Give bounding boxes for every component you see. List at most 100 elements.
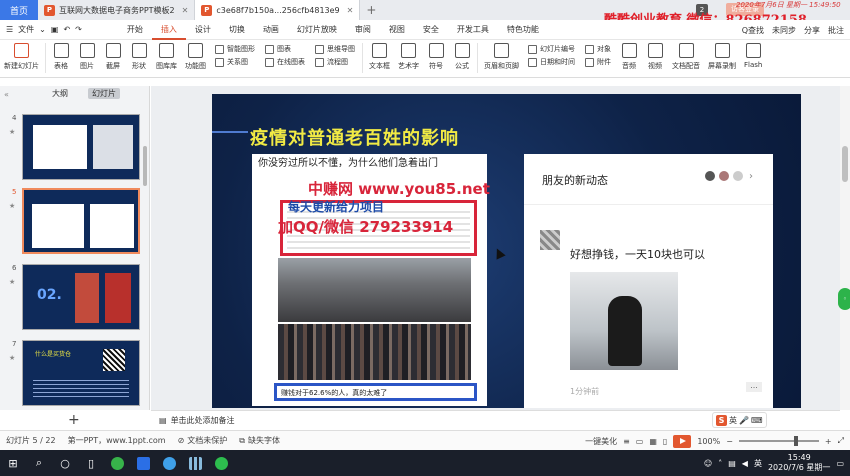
smart-art-button[interactable]: 智能图形: [215, 44, 255, 54]
keyboard-icon[interactable]: ⌨: [751, 416, 763, 425]
panel-scrollbar[interactable]: [143, 146, 147, 186]
task-view-icon[interactable]: ▯: [78, 450, 104, 476]
wps-writer-icon[interactable]: [130, 450, 156, 476]
menu-tab-slideshow[interactable]: 幻灯片放映: [288, 20, 346, 40]
share-button[interactable]: 分享: [804, 25, 820, 36]
tab-home[interactable]: 首页: [0, 0, 38, 20]
app-grid-icon[interactable]: [182, 450, 208, 476]
zoom-slider[interactable]: [738, 436, 819, 446]
search-icon[interactable]: ⌕: [26, 450, 52, 476]
tab-slides[interactable]: 幻灯片: [88, 87, 120, 99]
mind-map-button[interactable]: 思维导图: [315, 44, 355, 54]
reading-view-icon[interactable]: ▯: [663, 437, 667, 446]
menu-tab-view[interactable]: 视图: [380, 20, 414, 40]
menu-tab-transition[interactable]: 切换: [220, 20, 254, 40]
menu-tab-features[interactable]: 特色功能: [498, 20, 548, 40]
add-slide-icon[interactable]: +: [68, 412, 80, 428]
audio-button[interactable]: 音频: [616, 43, 642, 71]
table-button[interactable]: 表格: [48, 43, 74, 71]
editor-scrollbar[interactable]: [840, 86, 850, 410]
chart-button[interactable]: 图表: [265, 44, 305, 54]
record-audio-button[interactable]: 文档配音: [668, 43, 704, 71]
menu-tab-design[interactable]: 设计: [186, 20, 220, 40]
flash-button[interactable]: Flash: [740, 43, 766, 69]
network-icon[interactable]: ▤: [728, 459, 736, 468]
redo-icon[interactable]: ↷: [75, 25, 82, 34]
ime-toolbar[interactable]: S 英 🎤 ⌨: [712, 412, 767, 428]
search-menu[interactable]: Q查找: [742, 25, 764, 36]
new-slide-button[interactable]: 新建幻灯片: [0, 43, 43, 71]
zoom-knob[interactable]: [793, 436, 798, 446]
online-chart-button[interactable]: 在线图表: [265, 57, 305, 67]
collapse-panel-icon[interactable]: «: [4, 90, 9, 99]
normal-view-icon[interactable]: ▭: [636, 437, 644, 446]
slide-title[interactable]: 疫情对普通老百姓的影响: [250, 124, 459, 150]
tab-doc2[interactable]: P c3e68f7b150a...256cfb4813e9 ✕: [195, 0, 361, 20]
notes-toggle-icon[interactable]: ≡: [623, 437, 630, 446]
unsynced-button[interactable]: 未同步: [772, 25, 796, 36]
undo-icon[interactable]: ↶: [63, 25, 70, 34]
app-green-icon[interactable]: [104, 450, 130, 476]
windows-start-icon[interactable]: ⊞: [0, 450, 26, 476]
slide-thumb-5[interactable]: [22, 188, 140, 254]
zoom-level[interactable]: 100%: [697, 437, 720, 446]
hamburger-icon[interactable]: ☰: [6, 25, 13, 34]
font-missing[interactable]: ⧉ 缺失字体: [233, 435, 286, 446]
menu-tab-insert[interactable]: 插入: [151, 20, 186, 40]
menu-tab-review[interactable]: 审阅: [346, 20, 380, 40]
sorter-view-icon[interactable]: ▦: [649, 437, 657, 446]
people-icon[interactable]: ☺: [704, 459, 712, 468]
text-box-button[interactable]: 文本框: [365, 43, 394, 71]
save-icon[interactable]: ▣: [51, 25, 59, 34]
date-time-button[interactable]: 日期和时间: [528, 57, 575, 67]
formula-button[interactable]: 公式: [449, 43, 475, 71]
play-button[interactable]: [673, 434, 692, 448]
volume-icon[interactable]: ◀: [742, 459, 748, 468]
menu-tab-developer[interactable]: 开发工具: [448, 20, 498, 40]
fit-icon[interactable]: ⤢: [838, 436, 844, 446]
screen-record-button[interactable]: 屏幕录制: [704, 43, 740, 71]
image-button[interactable]: 图片: [74, 43, 100, 71]
protect-status[interactable]: ⊘ 文档未保护: [172, 435, 234, 446]
feature-diagram-button[interactable]: 功能图: [181, 43, 210, 71]
input-language[interactable]: 英: [754, 458, 762, 469]
screenshot-button[interactable]: 截屏: [100, 43, 126, 71]
menu-tab-security[interactable]: 安全: [414, 20, 448, 40]
header-footer-button[interactable]: 页眉和页脚: [480, 43, 523, 71]
attachment-button[interactable]: 附件: [585, 57, 611, 67]
wechat-icon[interactable]: [208, 450, 234, 476]
slide-thumb-4[interactable]: [22, 114, 140, 180]
comment-button[interactable]: 批注: [828, 25, 844, 36]
slide-thumb-7[interactable]: 什么是买货仓: [22, 340, 140, 406]
symbol-button[interactable]: 符号: [423, 43, 449, 71]
tab-doc1[interactable]: P 互联网大数据电子商务PPT模板2 ✕: [38, 0, 196, 20]
cortana-icon[interactable]: ○: [52, 450, 78, 476]
tab-outline[interactable]: 大纲: [48, 88, 72, 99]
clock[interactable]: 15:49 2020/7/6 星期一: [768, 453, 830, 473]
gallery-button[interactable]: 图库库: [152, 43, 181, 71]
menu-tab-animation[interactable]: 动画: [254, 20, 288, 40]
relation-chart-button[interactable]: 关系图: [215, 57, 255, 67]
shape-button[interactable]: 形状: [126, 43, 152, 71]
chevron-up-icon[interactable]: ˄: [718, 459, 722, 468]
browser-icon[interactable]: [156, 450, 182, 476]
flow-chart-button[interactable]: 流程图: [315, 57, 355, 67]
scroll-thumb[interactable]: [842, 146, 848, 182]
object-button[interactable]: 对象: [585, 44, 611, 54]
art-text-button[interactable]: 艺术字: [394, 43, 423, 71]
assistant-float-icon[interactable]: ◦: [838, 288, 850, 310]
new-tab-icon[interactable]: +: [360, 3, 382, 17]
left-content-card[interactable]: 你没穷过所以不懂，为什么他们急着出门 赚钱对于62.6%的人，真的太难了 中赚网…: [252, 154, 490, 406]
microphone-icon[interactable]: 🎤: [739, 416, 749, 425]
zoom-out-icon[interactable]: −: [726, 437, 733, 446]
notes-placeholder[interactable]: 单击此处添加备注: [171, 415, 235, 426]
file-menu[interactable]: ☰ 文件 ⌄ ▣ ↶ ↷: [0, 24, 82, 35]
menu-tab-start[interactable]: 开始: [118, 20, 152, 40]
slide-thumb-6[interactable]: 02.: [22, 264, 140, 330]
notification-icon[interactable]: ▭: [836, 459, 844, 468]
zoom-in-icon[interactable]: +: [825, 437, 832, 446]
slide-number-button[interactable]: 幻灯片编号: [528, 44, 575, 54]
current-slide[interactable]: 疫情对普通老百姓的影响 你没穷过所以不懂，为什么他们急着出门 赚钱对于62.6%…: [212, 94, 801, 408]
ime-language[interactable]: 英: [729, 415, 737, 426]
video-button[interactable]: 视频: [642, 43, 668, 71]
